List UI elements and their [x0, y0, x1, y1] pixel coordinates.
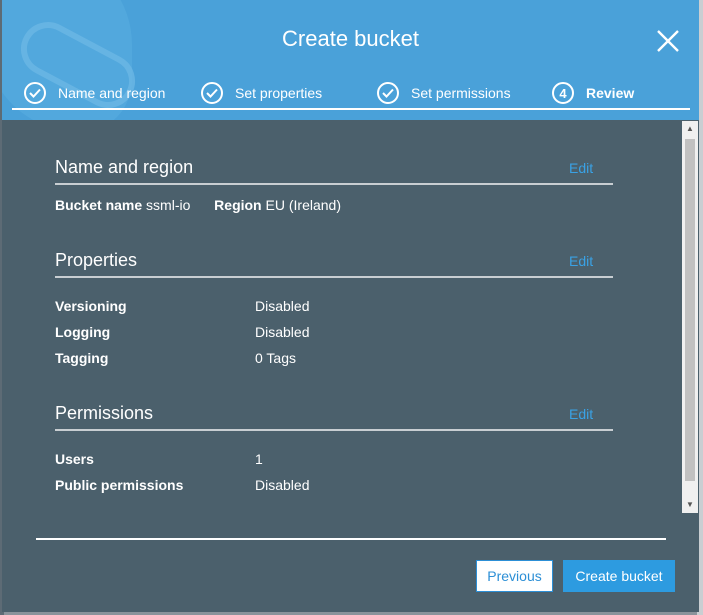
check-icon	[201, 82, 223, 104]
content-scrollbar[interactable]: ▲ ▼	[682, 121, 698, 513]
previous-button[interactable]: Previous	[476, 560, 553, 592]
create-bucket-button[interactable]: Create bucket	[563, 560, 675, 592]
section-title-name-region: Name and region	[55, 157, 194, 177]
close-icon[interactable]	[656, 29, 680, 53]
section-title-properties: Properties	[55, 250, 138, 270]
wizard-steps: Name and region Set properties Set permi…	[12, 79, 692, 109]
tagging-value: 0 Tags	[255, 350, 296, 366]
scroll-up-arrow-icon[interactable]: ▲	[682, 121, 698, 137]
bucket-name-value: ssml-io	[146, 197, 191, 213]
step-name-and-region[interactable]: Name and region	[24, 79, 165, 107]
step-label: Review	[586, 85, 635, 101]
step-label: Name and region	[58, 85, 166, 101]
scroll-down-arrow-icon[interactable]: ▼	[682, 497, 698, 513]
step-set-properties[interactable]: Set properties	[201, 79, 322, 107]
edit-properties-link[interactable]: Edit	[569, 253, 593, 269]
dialog-header: Create bucket Name and region Set proper…	[2, 0, 699, 120]
step-label: Set properties	[235, 85, 323, 101]
section-divider	[55, 276, 613, 278]
public-permissions-label: Public permissions	[55, 477, 184, 493]
public-permissions-value: Disabled	[255, 477, 310, 493]
create-bucket-dialog: Create bucket Name and region Set proper…	[2, 0, 699, 612]
section-divider	[55, 183, 613, 185]
check-icon	[24, 82, 46, 104]
steps-divider	[12, 108, 690, 110]
region-label: Region	[214, 197, 262, 213]
section-title-permissions: Permissions	[55, 403, 154, 423]
review-content: Name and region Edit Bucket name ssml-io…	[2, 120, 699, 515]
logging-value: Disabled	[255, 324, 310, 340]
edit-name-region-link[interactable]: Edit	[569, 160, 593, 176]
logging-label: Logging	[55, 324, 111, 340]
users-value: 1	[255, 451, 263, 467]
region-value: EU (Ireland)	[265, 197, 341, 213]
footer-divider	[36, 538, 666, 540]
scrollbar-thumb[interactable]	[685, 139, 695, 481]
dialog-title: Create bucket	[282, 26, 419, 51]
step-review[interactable]: 4 Review	[552, 79, 634, 107]
versioning-value: Disabled	[255, 298, 310, 314]
section-divider	[55, 429, 613, 431]
users-label: Users	[55, 451, 94, 467]
step-number: 4	[552, 82, 574, 104]
check-icon	[377, 82, 399, 104]
edit-permissions-link[interactable]: Edit	[569, 406, 593, 422]
tagging-label: Tagging	[55, 350, 109, 366]
versioning-label: Versioning	[55, 298, 127, 314]
step-set-permissions[interactable]: Set permissions	[377, 79, 511, 107]
step-label: Set permissions	[411, 85, 511, 101]
bucket-summary-line: Bucket name ssml-io Region EU (Ireland)	[55, 197, 341, 213]
bucket-name-label: Bucket name	[55, 197, 143, 213]
